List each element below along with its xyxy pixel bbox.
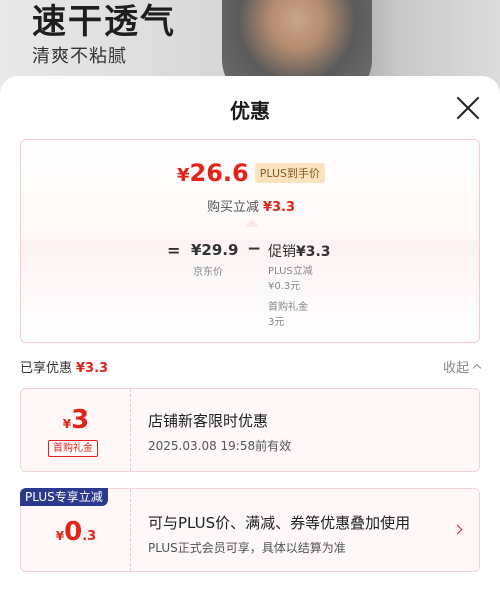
coupon-card[interactable]: ¥3 首购礼金 店铺新客限时优惠 2025.03.08 19:58前有效 bbox=[20, 388, 480, 472]
enjoyed-value: ¥3.3 bbox=[76, 361, 109, 376]
jd-price: ¥29.9 bbox=[191, 241, 239, 259]
reduce-label: 购买立减 bbox=[206, 200, 259, 215]
promo-title: 促销¥3.3 bbox=[268, 244, 331, 260]
coupon-card[interactable]: PLUS专享立减 ¥0.3 可与PLUS价、满减、券等优惠叠加使用 PLUS正式… bbox=[20, 488, 480, 572]
coupon-amount: ¥3 bbox=[62, 405, 90, 435]
promo-item-plus: PLUS立减 ¥0.3元 bbox=[268, 264, 331, 294]
jd-price-label: 京东价 bbox=[193, 267, 223, 278]
collapse-label: 收起 bbox=[442, 361, 469, 376]
final-price-line: ¥26.6 PLUS到手价 bbox=[21, 159, 479, 187]
banner-subtitle: 清爽不粘腻 bbox=[32, 46, 127, 67]
reduce-line: 购买立减 ¥3.3 bbox=[21, 196, 479, 215]
coupon-amount-panel: ¥3 首购礼金 bbox=[21, 389, 131, 471]
minus-sign: − bbox=[247, 239, 262, 259]
chevron-right-icon[interactable] bbox=[452, 524, 463, 535]
price-card: ¥26.6 PLUS到手价 购买立减 ¥3.3 = ¥29.9 京东价 − 促销¥3… bbox=[20, 139, 480, 343]
price-formula: = ¥29.9 京东价 − 促销¥3.3 PLUS立减 ¥0.3元 首购礼金 3… bbox=[21, 235, 479, 342]
promo-item-first-purchase: 首购礼金 3元 bbox=[268, 300, 331, 330]
chevron-up-icon bbox=[472, 363, 482, 373]
coupon-amount: ¥0.3 bbox=[55, 517, 97, 547]
promo-item-value: 3元 bbox=[268, 317, 285, 328]
coupon-tag: 首购礼金 bbox=[48, 440, 98, 457]
banner-title: 速干透气 bbox=[32, 2, 176, 42]
promo-item-name: PLUS立减 bbox=[268, 266, 313, 277]
promo-item-value: ¥0.3元 bbox=[268, 281, 301, 292]
final-price: ¥26.6 bbox=[177, 159, 249, 187]
equals-sign: = bbox=[167, 241, 181, 260]
promo-item-name: 首购礼金 bbox=[268, 302, 308, 313]
promo-column: 促销¥3.3 PLUS立减 ¥0.3元 首购礼金 3元 bbox=[268, 241, 331, 330]
close-icon[interactable] bbox=[454, 94, 482, 122]
collapse-button[interactable]: 收起 bbox=[442, 357, 482, 376]
plus-price-tag: PLUS到手价 bbox=[254, 163, 325, 183]
coupon-amount-panel: ¥0.3 bbox=[21, 489, 131, 571]
sheet-title: 优惠 bbox=[230, 99, 270, 123]
enjoyed-label: 已享优惠 bbox=[20, 361, 73, 376]
discount-sheet: 优惠 ¥26.6 PLUS到手价 购买立减 ¥3.3 = ¥29.9 京东价 − 促… bbox=[0, 76, 500, 594]
pointer-arrow-icon bbox=[244, 219, 260, 227]
enjoyed-discount: 已享优惠 ¥3.3 bbox=[20, 357, 108, 376]
jd-price-column: ¥29.9 京东价 bbox=[191, 241, 238, 278]
coupon-info: 可与PLUS价、满减、券等优惠叠加使用 PLUS正式会员可享，具体以结算为准 bbox=[148, 512, 410, 556]
coupon-info: 店铺新客限时优惠 2025.03.08 19:58前有效 bbox=[148, 410, 291, 454]
coupon-title: 可与PLUS价、满减、券等优惠叠加使用 bbox=[148, 514, 411, 532]
coupon-desc: 2025.03.08 19:58前有效 bbox=[148, 439, 292, 453]
coupon-desc: PLUS正式会员可享，具体以结算为准 bbox=[148, 541, 346, 555]
coupon-title: 店铺新客限时优惠 bbox=[148, 412, 269, 430]
reduce-value: ¥3.3 bbox=[262, 200, 296, 215]
